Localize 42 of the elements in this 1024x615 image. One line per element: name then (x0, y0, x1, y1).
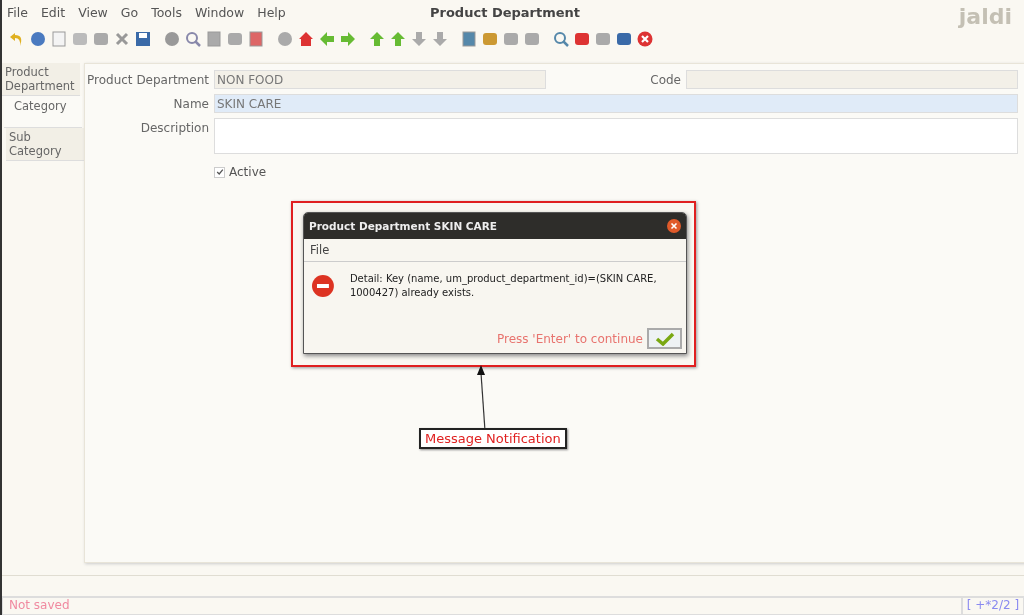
dialog-title: Product Department SKIN CARE (309, 220, 497, 232)
home-icon[interactable] (298, 31, 314, 47)
status-message: Not saved (2, 597, 962, 615)
field-label: Name (172, 96, 209, 111)
hint-text: Press 'Enter' to continue (496, 331, 643, 346)
side-tab[interactable]: Category (4, 96, 82, 128)
ok-button[interactable] (647, 328, 682, 349)
field-label: Description (139, 120, 209, 135)
save-icon[interactable] (135, 31, 151, 47)
menu-item[interactable]: Tools (151, 5, 182, 20)
close-icon[interactable] (667, 219, 681, 233)
menu-item[interactable]: Edit (40, 5, 66, 20)
up-arrow-icon[interactable] (390, 31, 406, 47)
input-field[interactable]: SKIN CARE (214, 94, 1018, 113)
menu-item[interactable]: Window (194, 5, 245, 20)
callout-label: Message Notification (419, 428, 567, 449)
error-message: Detail: Key (name, um_product_department_id)=(SKIN CARE, 1000427) already exists. (349, 272, 658, 300)
checkbox[interactable] (214, 166, 225, 178)
pointer-arrow (476, 365, 488, 431)
right-arrow-icon[interactable] (340, 31, 356, 47)
left-arrow-icon[interactable] (319, 31, 335, 47)
menu-item[interactable]: File (310, 243, 330, 257)
side-tab[interactable]: Product Department (2, 63, 80, 96)
side-tab[interactable]: Sub Category (6, 128, 84, 161)
menu-item[interactable]: View (78, 5, 108, 20)
field-label: Product Department (86, 72, 209, 87)
find-icon[interactable] (185, 31, 201, 47)
menu-item[interactable]: Go (120, 5, 139, 20)
error-icon (312, 275, 334, 297)
record-counter: [ +*2/2 ] (962, 597, 1024, 615)
delete-selection-icon[interactable] (114, 31, 130, 47)
checkbox-label: Active (229, 165, 267, 179)
field-label: Code (649, 72, 681, 87)
text-area[interactable] (214, 118, 1018, 154)
check-icon (654, 331, 675, 346)
zoom-icon[interactable] (553, 31, 569, 47)
menu-item[interactable]: File (7, 5, 28, 20)
menu-item[interactable]: Help (257, 5, 286, 20)
logo: jaldi (958, 4, 1012, 29)
new-record-icon[interactable] (51, 31, 67, 47)
window-title: Product Department (430, 5, 581, 20)
down-arrow-icon[interactable] (411, 31, 427, 47)
